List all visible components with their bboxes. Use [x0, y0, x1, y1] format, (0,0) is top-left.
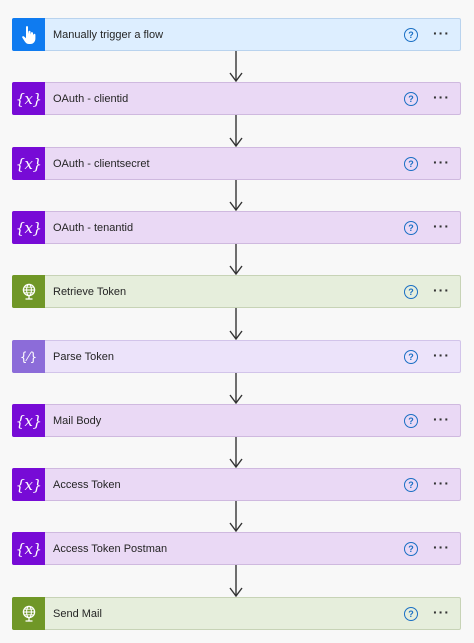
- step-parse-token[interactable]: {⁄} Parse Token? ···: [12, 340, 461, 373]
- step-label: OAuth - tenantid: [53, 221, 134, 234]
- help-icon[interactable]: ?: [404, 413, 418, 428]
- variable-icon-glyph: {x}: [15, 218, 42, 237]
- step-mail-body[interactable]: {x} Mail Body? ···: [12, 404, 461, 437]
- more-options-icon[interactable]: ···: [433, 219, 450, 235]
- variable-icon: {x}: [12, 468, 45, 501]
- more-options-icon[interactable]: ···: [433, 412, 450, 428]
- step-oauth-tenantid[interactable]: {x} OAuth - tenantid? ···: [12, 211, 461, 244]
- step-label: Manually trigger a flow: [53, 28, 164, 41]
- step-label: OAuth - clientsecret: [53, 157, 150, 170]
- step-label: Parse Token: [53, 350, 114, 363]
- help-icon[interactable]: ?: [404, 541, 418, 556]
- step-manually-trigger-a-flow[interactable]: Manually trigger a flow? ···: [12, 18, 461, 51]
- step-label: Retrieve Token: [53, 285, 127, 298]
- step-oauth-clientsecret[interactable]: {x} OAuth - clientsecret? ···: [12, 147, 461, 180]
- connector-arrow: [229, 180, 243, 211]
- step-access-token-postman[interactable]: {x} Access Token Postman? ···: [12, 532, 461, 565]
- help-icon[interactable]: ?: [404, 477, 418, 492]
- help-icon[interactable]: ?: [404, 27, 418, 42]
- help-icon[interactable]: ?: [404, 606, 418, 621]
- flow-canvas: Manually trigger a flow? ··· {x} OAuth - cl…: [0, 0, 474, 643]
- variable-icon: {x}: [12, 82, 45, 115]
- more-options-icon[interactable]: ···: [433, 26, 450, 42]
- step-send-mail[interactable]: Send Mail? ···: [12, 597, 461, 630]
- variable-icon-glyph: {x}: [15, 154, 42, 173]
- connector-arrow: [229, 501, 243, 532]
- help-icon[interactable]: ?: [404, 349, 418, 364]
- step-label: Send Mail: [53, 607, 102, 620]
- connector-arrow: [229, 437, 243, 468]
- help-icon[interactable]: ?: [404, 284, 418, 299]
- more-options-icon[interactable]: ···: [433, 476, 450, 492]
- more-options-icon[interactable]: ···: [433, 540, 450, 556]
- connector-arrow: [229, 244, 243, 275]
- globe-icon: [12, 597, 45, 630]
- variable-icon-glyph: {x}: [15, 411, 42, 430]
- globe-icon: [12, 275, 45, 308]
- step-label: Access Token Postman: [53, 542, 168, 555]
- parse-json-icon: {⁄}: [12, 340, 45, 373]
- variable-icon: {x}: [12, 211, 45, 244]
- variable-icon-glyph: {x}: [15, 539, 42, 558]
- variable-icon-glyph: {x}: [15, 89, 42, 108]
- step-label: OAuth - clientid: [53, 92, 129, 105]
- step-label: Access Token: [53, 478, 121, 491]
- more-options-icon[interactable]: ···: [433, 155, 450, 171]
- connector-arrow: [229, 565, 243, 597]
- step-retrieve-token[interactable]: Retrieve Token? ···: [12, 275, 461, 308]
- step-access-token[interactable]: {x} Access Token? ···: [12, 468, 461, 501]
- variable-icon: {x}: [12, 532, 45, 565]
- variable-icon-glyph: {x}: [15, 475, 42, 494]
- connector-arrow: [229, 308, 243, 340]
- connector-arrow: [229, 115, 243, 147]
- variable-icon: {x}: [12, 147, 45, 180]
- help-icon[interactable]: ?: [404, 91, 418, 106]
- more-options-icon[interactable]: ···: [433, 283, 450, 299]
- touch-hand-icon: [12, 18, 45, 51]
- help-icon[interactable]: ?: [404, 156, 418, 171]
- more-options-icon[interactable]: ···: [433, 348, 450, 364]
- step-label: Mail Body: [53, 414, 102, 427]
- more-options-icon[interactable]: ···: [433, 90, 450, 106]
- parse-json-icon-glyph: {⁄}: [19, 349, 38, 364]
- connector-arrow: [229, 51, 243, 82]
- step-oauth-clientid[interactable]: {x} OAuth - clientid? ···: [12, 82, 461, 115]
- more-options-icon[interactable]: ···: [433, 605, 450, 621]
- help-icon[interactable]: ?: [404, 220, 418, 235]
- variable-icon: {x}: [12, 404, 45, 437]
- connector-arrow: [229, 373, 243, 404]
